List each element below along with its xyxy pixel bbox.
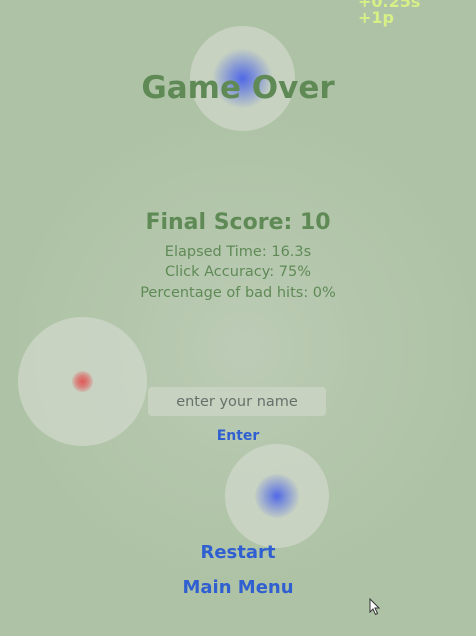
elapsed-time: Elapsed Time: 16.3s [164, 244, 312, 260]
points-bonus-popup: +1p [358, 8, 394, 27]
bad-hits-percentage: Percentage of bad hits: 0% [140, 285, 336, 301]
restart-button[interactable]: Restart [0, 542, 476, 563]
name-input[interactable] [148, 387, 326, 416]
game-over-title: Game Over [141, 70, 335, 106]
main-menu-button[interactable]: Main Menu [0, 577, 476, 598]
red-dot-icon [72, 371, 93, 392]
blue-dot-icon [255, 474, 299, 518]
final-score: Final Score: 10 [145, 210, 331, 235]
target-bad-left[interactable] [18, 317, 147, 446]
enter-button[interactable]: Enter [0, 428, 476, 444]
target-good-bottom[interactable] [225, 444, 329, 548]
click-accuracy: Click Accuracy: 75% [164, 264, 312, 280]
mouse-cursor-icon [369, 598, 381, 616]
